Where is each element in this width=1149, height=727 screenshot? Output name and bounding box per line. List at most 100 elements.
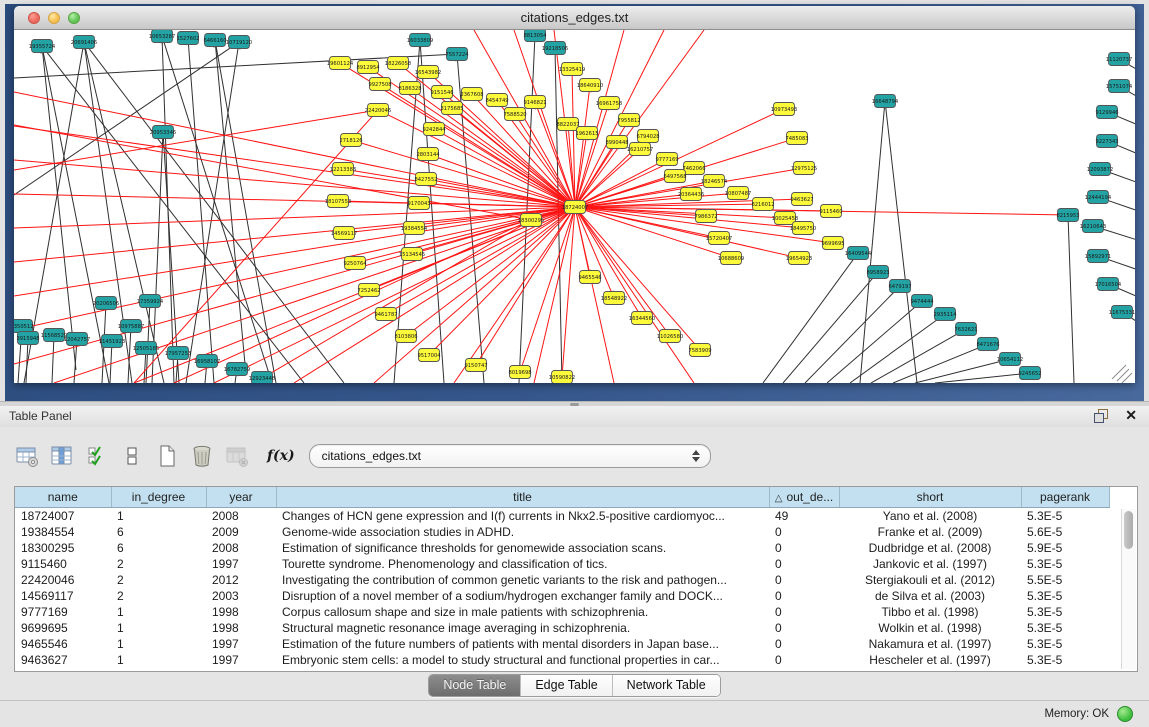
graph-edge-red[interactable] (14, 207, 575, 330)
graph-edge-black[interactable] (176, 360, 178, 383)
graph-edge-black[interactable] (110, 348, 112, 383)
table-row[interactable]: 946362711997Embryonic stem cells: a mode… (15, 652, 1109, 668)
tab-node-table[interactable]: Node Table (429, 675, 521, 696)
close-panel-icon[interactable]: ✕ (1125, 407, 1137, 424)
column-header-title[interactable]: title (276, 487, 769, 508)
graph-edge-black[interactable] (860, 108, 884, 383)
graph-node-label: 12042757 (64, 337, 90, 343)
canvas-resize-grip[interactable] (1112, 365, 1126, 379)
graph-edge-black[interactable] (1068, 222, 1074, 383)
graph-edge-black[interactable] (186, 49, 238, 383)
network-window-titlebar[interactable]: citations_edges.txt (14, 6, 1135, 30)
graph-edge-black[interactable] (915, 361, 1003, 383)
graph-edge-red[interactable] (14, 125, 524, 219)
column-header-in-degree[interactable]: in_degree (111, 487, 206, 508)
graph-node-label: 16033809 (407, 38, 433, 44)
graph-node-label: 7252462 (357, 288, 380, 294)
graph-node-label: 19601124 (327, 61, 354, 67)
select-all-icon[interactable] (84, 443, 110, 469)
graph-node-label: 20953346 (150, 130, 176, 136)
table-row[interactable]: 911546021997Tourette syndrome. Phenomeno… (15, 556, 1109, 572)
new-file-icon[interactable] (154, 443, 180, 469)
graph-edge-black[interactable] (216, 47, 276, 383)
graph-node-label: 19654923 (786, 256, 812, 262)
graph-node-label: 10590822 (549, 375, 575, 381)
graph-node-label: 18246574 (701, 179, 728, 185)
graph-node-label: 8990448 (605, 140, 628, 146)
graph-edge-black[interactable] (1105, 199, 1135, 215)
graph-edge-red[interactable] (54, 207, 575, 383)
graph-edge-black[interactable] (205, 368, 206, 383)
graph-edge-black[interactable] (189, 45, 214, 383)
table-row[interactable]: 2242004622012Investigating the contribut… (15, 572, 1109, 588)
graph-edge-red[interactable] (434, 207, 575, 350)
vertical-scrollbar[interactable] (1121, 509, 1136, 669)
table-panel-body: f(x) citations_edges.txt name in_degree … (0, 427, 1149, 700)
graph-node-label: 15751074 (1106, 84, 1133, 90)
memory-status-label: Memory: OK (1044, 708, 1109, 720)
graph-node-label: 16648794 (872, 99, 899, 105)
graph-edge-black[interactable] (1105, 258, 1135, 274)
column-header-short[interactable]: short (839, 487, 1021, 508)
column-header-pagerank[interactable]: pagerank (1021, 487, 1109, 508)
graph-edge-black[interactable] (164, 43, 272, 383)
column-header-year[interactable]: year (206, 487, 276, 508)
graph-edge-black[interactable] (886, 108, 917, 383)
graph-edge-black[interactable] (235, 376, 236, 383)
graph-node-label: 18640910 (577, 83, 603, 89)
graph-node-label: 10975887 (118, 324, 144, 330)
function-builder-icon[interactable]: f(x) (267, 448, 295, 464)
float-panel-icon[interactable] (1094, 409, 1109, 423)
graph-node-label: 7632621 (954, 327, 977, 333)
table-row[interactable]: 977716911998Corpus callosum shape and si… (15, 604, 1109, 620)
tab-edge-table[interactable]: Edge Table (521, 675, 612, 696)
table-selector-dropdown[interactable]: citations_edges.txt (309, 444, 711, 468)
table-row[interactable]: 969969511998Structural magnetic resonanc… (15, 620, 1109, 636)
table-row[interactable]: 1830029562008Estimation of significance … (15, 540, 1109, 556)
network-view-window[interactable]: citations_edges.txt 18724007183002951960… (14, 6, 1135, 383)
column-header-out-degree[interactable]: △out_de... (769, 487, 839, 508)
graph-edge-red[interactable] (358, 142, 575, 207)
graph-node-label: 1527602 (176, 36, 199, 42)
table-header-row: name in_degree year title △out_de... sho… (15, 487, 1109, 508)
graph-node-label: 18300295 (518, 218, 544, 224)
graph-edge-black[interactable] (1107, 171, 1135, 187)
graph-node-label: 3175685 (440, 106, 463, 112)
memory-status-indicator-icon[interactable] (1117, 706, 1133, 722)
tab-network-table[interactable]: Network Table (613, 675, 720, 696)
graph-edge-red[interactable] (575, 207, 694, 383)
graph-node-label: 2718126 (339, 138, 362, 144)
scrollbar-thumb[interactable] (1124, 511, 1133, 549)
graph-node-label: 12505185 (133, 346, 159, 352)
graph-edge-black[interactable] (1100, 228, 1135, 244)
graph-edge-black[interactable] (52, 342, 54, 383)
graph-edge-black[interactable] (850, 318, 939, 383)
graph-node-label: 11675331 (1109, 310, 1135, 316)
graph-edge-red[interactable] (563, 207, 575, 370)
graph-node-label: 6794028 (636, 134, 659, 140)
graph-edge-red[interactable] (14, 160, 575, 207)
graph-edge-red[interactable] (14, 111, 371, 170)
graph-node-label: 9465546 (578, 275, 601, 281)
graph-edge-black[interactable] (763, 259, 854, 383)
table-settings-icon[interactable] (14, 443, 40, 469)
graph-node-label: 2803144 (416, 152, 440, 158)
table-row[interactable]: 1456911722003Disruption of a novel membe… (15, 588, 1109, 604)
graph-node-label: 17957253 (165, 351, 191, 357)
graph-node-label: 9151546 (430, 90, 453, 96)
canvas-resize-grip[interactable] (1117, 369, 1129, 381)
trash-icon[interactable] (189, 443, 215, 469)
column-visibility-icon[interactable] (49, 443, 75, 469)
table-row[interactable]: 946554611997Estimation of the future num… (15, 636, 1109, 652)
graph-node-label: 1962615 (575, 131, 598, 137)
graph-node-label: 9517004 (417, 353, 441, 359)
table-row[interactable]: 1938455462009Genome-wide association stu… (15, 524, 1109, 540)
graph-edge-red[interactable] (14, 207, 575, 262)
graph-node-label: 9129946 (1095, 110, 1118, 116)
graph-node-label: 20364436 (678, 192, 704, 198)
table-row[interactable]: 1872400712008Changes of HCN gene express… (15, 508, 1109, 525)
column-header-name[interactable]: name (15, 487, 111, 508)
graph-edge-red[interactable] (14, 207, 575, 296)
network-canvas[interactable]: 1872400718300295196011248912954182260589… (14, 30, 1135, 383)
row-height-icon[interactable] (119, 443, 145, 469)
